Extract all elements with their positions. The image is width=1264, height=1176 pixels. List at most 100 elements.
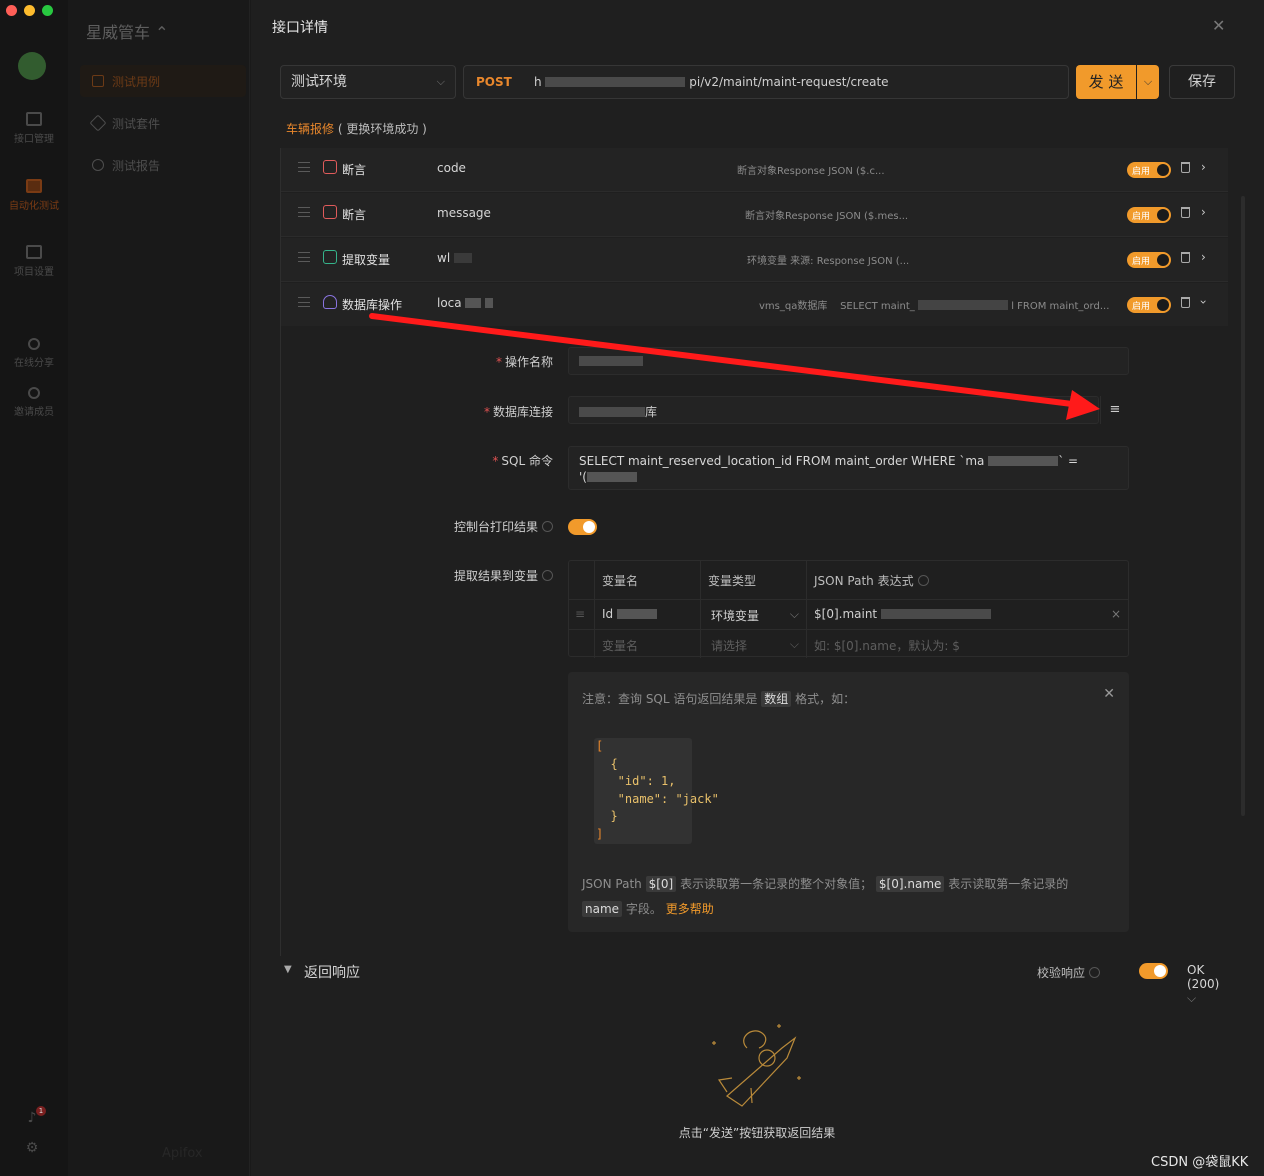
db-settings-button[interactable]: ≡ [1100,396,1129,424]
http-method[interactable]: POST [476,66,512,98]
header-text: JSON Path 表达式 [814,574,914,588]
chevron-right-icon[interactable]: › [1201,160,1206,174]
rail-item-autotest[interactable]: 自动化测试 [0,179,68,212]
toggle-label: 启用 [1132,302,1151,312]
rail-item-settings[interactable]: 项目设置 [0,245,68,278]
var-name-input[interactable]: Id [602,607,657,621]
var-name-placeholder[interactable]: 变量名 [602,637,638,654]
rail-item-share[interactable]: 在线分享 [0,338,68,369]
close-icon[interactable]: × [1111,607,1121,621]
minimize-window-icon[interactable] [24,5,35,16]
project-switcher[interactable]: 星威管车 ⌃ [86,19,169,43]
rail-item-api[interactable]: 接口管理 [0,112,68,145]
save-button[interactable]: 保存 [1169,65,1235,99]
chevron-down-icon: ⌵ [436,75,445,88]
rail-item-label: 接口管理 [14,134,54,145]
drag-handle-icon[interactable] [298,297,310,307]
rail-item-label: 在线分享 [14,358,54,369]
drag-handle-icon[interactable] [298,207,310,217]
drag-handle-icon[interactable] [298,252,310,262]
drag-handle-icon[interactable]: ≡ [575,607,585,621]
report-icon [92,159,104,171]
extract-result-label: 提取结果到变量 [431,567,553,584]
trash-icon[interactable] [1181,207,1190,218]
code-line: { [596,756,618,771]
help-icon[interactable] [542,570,553,581]
step-row[interactable]: 数据库操作 loca vms_qa数据库 SELECT maint_ l FRO… [281,283,1228,327]
help-icon[interactable] [1089,967,1101,978]
sql-command-textarea[interactable]: SELECT maint_reserved_location_id FROM m… [568,446,1129,490]
help-link[interactable]: 更多帮助 [666,902,714,916]
chevron-down-icon[interactable]: › [1196,300,1210,305]
drag-handle-icon[interactable] [298,162,310,172]
var-type-value: 环境变量 [711,609,760,623]
label-text: 控制台打印结果 [453,520,538,534]
note-footer: JSON Path $[0] 表示读取第一条记录的整个对象值； $[0].nam… [582,872,1112,922]
scrollbar[interactable] [1241,196,1245,816]
toggle-knob [1157,209,1169,221]
col-divider [806,561,807,658]
note-intro: 注意：查询 SQL 语句返回结果是 数组 格式，如： [582,690,855,707]
request-url-field[interactable]: POST h pi/v2/maint/maint-request/create [463,65,1069,99]
rail-item-invite[interactable]: 邀请成员 [0,387,68,418]
placeholder-text: 请选择 [711,639,748,653]
var-type-select[interactable]: 环境变量 ⌵ [711,607,799,624]
step-row[interactable]: 提取变量 wl 环境变量 来源: Response JSON (... 启用 › [281,238,1228,282]
environment-select[interactable]: 测试环境 ⌵ [280,65,456,99]
sidebar-item-reports[interactable]: 测试报告 [80,149,246,181]
assert-icon [323,160,337,174]
rocket-illustration [712,1024,801,1107]
chevron-right-icon[interactable]: › [1201,250,1206,264]
db-conn-label: * 数据库连接 [431,403,553,420]
project-avatar[interactable] [18,52,46,80]
gear-icon[interactable]: ⚙ [24,1140,40,1156]
close-window-icon[interactable] [6,5,17,16]
close-icon[interactable]: ✕ [1212,16,1225,35]
step-row[interactable]: 断言 code 断言对象Response JSON ($.c... 启用 › [281,148,1228,192]
label-text: 数据库连接 [492,405,553,419]
toggle-knob [1154,965,1166,977]
json-path-input[interactable]: $[0].maint [814,607,991,621]
var-type-placeholder[interactable]: 请选择 ⌵ [711,637,799,654]
chevron-down-icon[interactable]: ▼ [284,964,292,975]
maximize-window-icon[interactable] [42,5,53,16]
help-icon[interactable] [542,521,553,532]
response-section-header[interactable]: ▼ 返回响应 校验响应 OK (200) ⌵ [282,958,1227,1005]
redacted-block [485,298,494,308]
enable-toggle[interactable]: 启用 [1127,297,1171,313]
db-connection-select[interactable]: 库 [568,396,1099,424]
response-title: 返回响应 [304,965,360,981]
rail-item-label: 邀请成员 [14,407,54,418]
sidebar-item-suites[interactable]: 测试套件 [80,107,246,139]
step-desc-sql: SELECT maint_ [840,301,915,312]
extract-variables-table: 变量名 变量类型 JSON Path 表达式 ≡ Id 环境变量 ⌵ $[0].m… [568,560,1129,658]
trash-icon[interactable] [1181,252,1190,263]
sidebar-item-testcases[interactable]: 测试用例 [80,65,246,97]
send-button[interactable]: 发 送 [1076,65,1136,99]
sidebar-item-label: 测试报告 [112,158,161,173]
step-row[interactable]: 断言 message 断言对象Response JSON ($.mes... 启… [281,193,1228,237]
trash-icon[interactable] [1181,162,1190,173]
step-desc: 断言对象Response JSON ($.c... [737,166,885,177]
toggle-knob [1157,254,1169,266]
trash-icon[interactable] [1181,297,1190,308]
json-path-placeholder[interactable]: 如: $[0].name，默认为: $ [814,637,960,654]
sidebar-item-label: 测试套件 [112,116,161,131]
console-print-toggle[interactable] [568,519,597,535]
response-status-select[interactable]: OK (200) ⌵ [1187,963,1227,1006]
sparkle [777,1024,781,1028]
settings-icon [26,245,42,259]
enable-toggle[interactable]: 启用 [1127,207,1171,223]
redacted-block [465,298,482,308]
op-name-input[interactable] [568,347,1129,375]
send-dropdown-button[interactable]: ⌵ [1137,65,1159,99]
row-divider [569,629,1128,630]
enable-toggle[interactable]: 启用 [1127,162,1171,178]
close-icon[interactable]: ✕ [1103,686,1115,702]
code-line: [ [596,739,604,753]
verify-response-toggle[interactable] [1139,963,1168,979]
enable-toggle[interactable]: 启用 [1127,252,1171,268]
help-icon[interactable] [917,575,929,586]
chevron-right-icon[interactable]: › [1201,205,1206,219]
chevron-down-icon: ⌵ [1187,991,1197,1005]
